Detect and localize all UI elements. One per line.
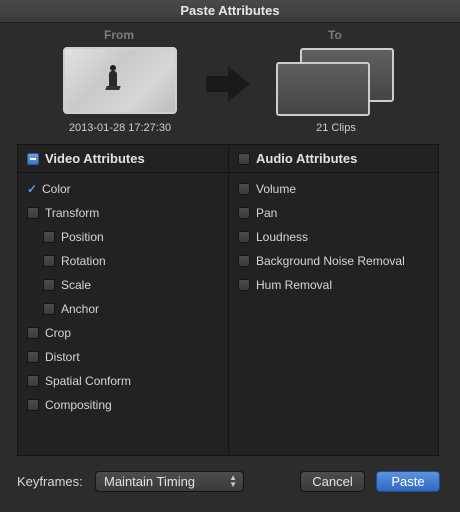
destination-clips-stack <box>276 48 398 120</box>
video-item-scale[interactable]: Scale <box>43 276 91 294</box>
attributes-panel: Video Attributes Audio Attributes ✓ Colo… <box>17 144 439 456</box>
keyframes-select-value: Maintain Timing <box>104 474 196 489</box>
clip-count: 21 Clips <box>316 122 356 134</box>
audio-attributes-checkbox[interactable] <box>238 153 250 165</box>
audio-item-background-noise-removal[interactable]: Background Noise Removal <box>238 252 405 270</box>
video-attributes-checkbox[interactable] <box>27 153 39 165</box>
compositing-checkbox[interactable] <box>27 399 39 411</box>
audio-item-pan[interactable]: Pan <box>238 204 277 222</box>
position-checkbox[interactable] <box>43 231 55 243</box>
column-divider <box>228 145 229 455</box>
video-item-anchor[interactable]: Anchor <box>43 300 99 318</box>
keyframes-label: Keyframes: <box>17 474 83 489</box>
rotation-checkbox[interactable] <box>43 255 55 267</box>
spatial-conform-checkbox[interactable] <box>27 375 39 387</box>
source-clip-thumbnail <box>63 47 177 114</box>
scale-checkbox[interactable] <box>43 279 55 291</box>
crop-checkbox[interactable] <box>27 327 39 339</box>
audio-item-volume[interactable]: Volume <box>238 180 296 198</box>
window-title: Paste Attributes <box>0 0 460 23</box>
video-item-color[interactable]: ✓ Color <box>27 180 71 198</box>
video-item-distort[interactable]: Distort <box>27 348 80 366</box>
keyframes-select[interactable]: Maintain Timing ▲ ▼ <box>95 471 244 492</box>
source-timestamp: 2013-01-28 17:27:30 <box>68 122 172 134</box>
video-item-transform[interactable]: Transform <box>27 204 99 222</box>
video-item-crop[interactable]: Crop <box>27 324 71 342</box>
pan-checkbox[interactable] <box>238 207 250 219</box>
video-attributes-header[interactable]: Video Attributes <box>18 145 228 173</box>
audio-attributes-header[interactable]: Audio Attributes <box>229 145 438 173</box>
volume-checkbox[interactable] <box>238 183 250 195</box>
anchor-checkbox[interactable] <box>43 303 55 315</box>
audio-attributes-label: Audio Attributes <box>256 151 358 166</box>
checkmark-icon[interactable]: ✓ <box>27 180 37 198</box>
hum-removal-checkbox[interactable] <box>238 279 250 291</box>
arrow-right-icon <box>206 66 250 102</box>
background-noise-removal-checkbox[interactable] <box>238 255 250 267</box>
transform-checkbox[interactable] <box>27 207 39 219</box>
video-attributes-label: Video Attributes <box>45 151 145 166</box>
video-item-position[interactable]: Position <box>43 228 104 246</box>
paste-button[interactable]: Paste <box>376 471 440 492</box>
from-heading: From <box>104 28 134 42</box>
video-item-rotation[interactable]: Rotation <box>43 252 106 270</box>
video-item-compositing[interactable]: Compositing <box>27 396 112 414</box>
cancel-button[interactable]: Cancel <box>300 471 365 492</box>
video-item-spatial-conform[interactable]: Spatial Conform <box>27 372 131 390</box>
audio-item-hum-removal[interactable]: Hum Removal <box>238 276 332 294</box>
audio-item-loudness[interactable]: Loudness <box>238 228 308 246</box>
distort-checkbox[interactable] <box>27 351 39 363</box>
loudness-checkbox[interactable] <box>238 231 250 243</box>
updown-chevron-icon: ▲ ▼ <box>229 473 237 489</box>
to-heading: To <box>328 28 342 42</box>
